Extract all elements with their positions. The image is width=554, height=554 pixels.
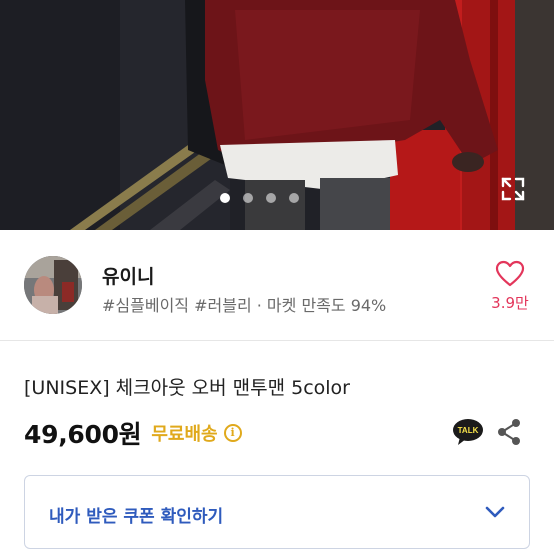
product-title: [UNISEX] 체크아웃 오버 맨투맨 5color (24, 377, 350, 399)
free-shipping-label: 무료배송 (151, 424, 218, 445)
like-button[interactable]: 3.9만 (484, 260, 536, 313)
seller-name[interactable]: 유이니 (102, 262, 154, 289)
chevron-down-icon (485, 506, 505, 518)
kakao-talk-icon[interactable]: TALK (452, 418, 484, 446)
section-divider (0, 340, 554, 341)
seller-avatar[interactable] (24, 256, 82, 314)
seller-tags-satisfaction: #심플베이직 #러블리 · 마켓 만족도 94% (102, 296, 387, 315)
product-photo-carousel[interactable] (0, 0, 554, 230)
coupon-check-label: 내가 받은 쿠폰 확인하기 (49, 507, 224, 527)
carousel-dots (220, 193, 299, 203)
info-icon[interactable]: i (223, 424, 242, 442)
product-price: 49,600원 (24, 420, 142, 449)
share-icon[interactable] (496, 418, 522, 446)
carousel-dot[interactable] (266, 193, 276, 203)
carousel-dot-active[interactable] (220, 193, 230, 203)
carousel-dot[interactable] (289, 193, 299, 203)
heart-outline-icon (495, 260, 525, 287)
talk-badge-label: TALK (458, 426, 479, 435)
coupon-check-button[interactable]: 내가 받은 쿠폰 확인하기 (24, 475, 530, 549)
price-row: 49,600원 무료배송 i (24, 417, 242, 449)
seller-info[interactable]: 유이니 #심플베이직 #러블리 · 마켓 만족도 94% 3.9만 (0, 230, 554, 340)
fullscreen-icon[interactable] (500, 176, 526, 202)
like-count: 3.9만 (491, 294, 529, 312)
carousel-dot[interactable] (243, 193, 253, 203)
